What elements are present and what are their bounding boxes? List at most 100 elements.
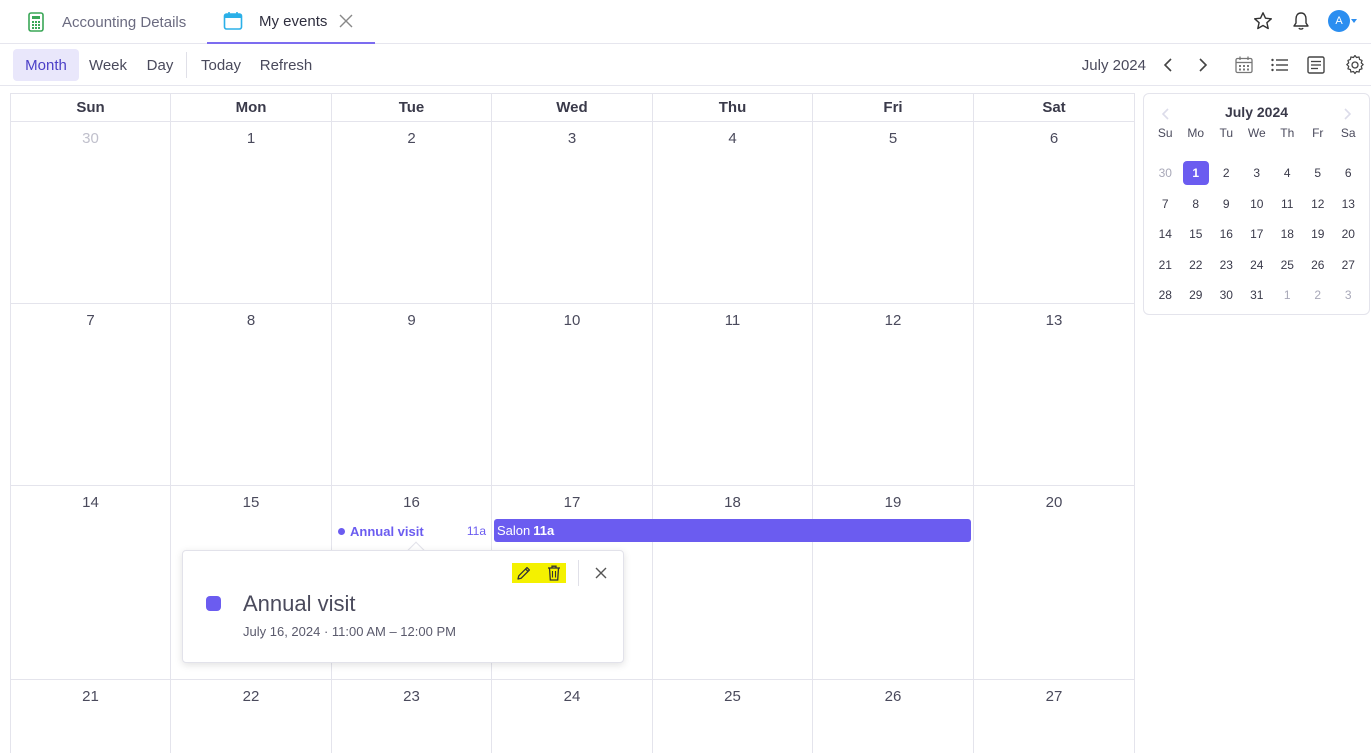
day-cell[interactable]: 22 xyxy=(171,680,332,753)
mini-day[interactable]: 8 xyxy=(1181,189,1212,220)
mini-day-number: 2 xyxy=(1314,288,1322,303)
mini-day[interactable]: 30 xyxy=(1150,158,1181,189)
mini-day[interactable]: 16 xyxy=(1211,219,1242,250)
popup-datetime: July 16, 2024 · 11:00 AM – 12:00 PM xyxy=(243,624,456,639)
mini-day[interactable]: 21 xyxy=(1150,250,1181,281)
star-icon[interactable] xyxy=(1252,10,1274,32)
day-cell[interactable]: 1 xyxy=(171,122,332,304)
next-month-button[interactable] xyxy=(1191,53,1215,77)
mini-day[interactable]: 13 xyxy=(1333,189,1364,220)
mini-day[interactable]: 3 xyxy=(1242,158,1273,189)
user-menu[interactable]: A xyxy=(1328,10,1357,32)
mini-day[interactable]: 29 xyxy=(1181,280,1212,311)
day-cell[interactable]: 18 xyxy=(653,486,813,680)
mini-day[interactable]: 1 xyxy=(1272,280,1303,311)
weekday-header: Sat xyxy=(974,94,1135,122)
mini-day[interactable]: 22 xyxy=(1181,250,1212,281)
day-cell[interactable]: 19 xyxy=(813,486,974,680)
day-cell[interactable]: 2 xyxy=(332,122,492,304)
close-icon[interactable] xyxy=(593,565,609,581)
day-cell[interactable]: 21 xyxy=(11,680,171,753)
weekday-header: Fri xyxy=(813,94,974,122)
mini-day-number: 22 xyxy=(1189,257,1203,272)
mini-day[interactable]: 19 xyxy=(1303,219,1334,250)
day-cell[interactable]: 5 xyxy=(813,122,974,304)
mini-day[interactable]: 23 xyxy=(1211,250,1242,281)
day-cell[interactable]: 27 xyxy=(974,680,1135,753)
bell-icon[interactable] xyxy=(1290,10,1312,32)
mini-day-number: 17 xyxy=(1250,227,1264,242)
day-cell[interactable]: 20 xyxy=(974,486,1135,680)
mini-day[interactable]: 3 xyxy=(1333,280,1364,311)
trash-icon[interactable] xyxy=(546,565,562,581)
refresh-button[interactable]: Refresh xyxy=(255,49,317,81)
day-cell[interactable]: 9 xyxy=(332,304,492,486)
mini-day[interactable]: 2 xyxy=(1303,280,1334,311)
close-icon[interactable] xyxy=(339,14,353,28)
list-view-icon[interactable] xyxy=(1268,53,1292,77)
mini-day-number: 3 xyxy=(1344,288,1352,303)
day-cell[interactable]: 6 xyxy=(974,122,1135,304)
mini-day[interactable]: 30 xyxy=(1211,280,1242,311)
tab-my-events[interactable]: My events xyxy=(207,0,375,44)
day-cell[interactable]: 11 xyxy=(653,304,813,486)
day-number: 23 xyxy=(403,688,420,705)
event-popup: Annual visit July 16, 2024 · 11:00 AM – … xyxy=(182,550,624,663)
day-cell[interactable]: 26 xyxy=(813,680,974,753)
day-view-button[interactable]: Day xyxy=(140,49,180,81)
mini-weekday: Sa xyxy=(1340,126,1356,140)
gear-icon[interactable] xyxy=(1343,53,1367,77)
mini-next-button[interactable] xyxy=(1340,106,1356,122)
mini-day[interactable]: 28 xyxy=(1150,280,1181,311)
today-button[interactable]: Today xyxy=(194,49,248,81)
mini-day[interactable]: 6 xyxy=(1333,158,1364,189)
mini-day[interactable]: 9 xyxy=(1211,189,1242,220)
mini-day[interactable]: 18 xyxy=(1272,219,1303,250)
calendar-view-icon[interactable] xyxy=(1232,53,1256,77)
mini-day[interactable]: 14 xyxy=(1150,219,1181,250)
day-cell[interactable]: 3 xyxy=(492,122,653,304)
agenda-view-icon[interactable] xyxy=(1304,53,1328,77)
day-cell[interactable]: 23 xyxy=(332,680,492,753)
mini-day-number: 6 xyxy=(1344,166,1352,181)
day-cell[interactable]: 12 xyxy=(813,304,974,486)
week-view-button[interactable]: Week xyxy=(82,49,134,81)
day-cell[interactable]: 4 xyxy=(653,122,813,304)
mini-day[interactable]: 11 xyxy=(1272,189,1303,220)
day-number: 12 xyxy=(884,312,902,329)
event-annual-visit[interactable]: Annual visit 11a xyxy=(338,523,488,539)
mini-day-selected[interactable]: 1 xyxy=(1181,158,1212,189)
divider xyxy=(578,560,579,586)
tab-accounting-details[interactable]: Accounting Details xyxy=(26,0,186,44)
day-cell[interactable]: 25 xyxy=(653,680,813,753)
mini-week-row: 14 15 16 17 18 19 20 xyxy=(1150,219,1366,250)
mini-day[interactable]: 24 xyxy=(1242,250,1273,281)
day-cell[interactable]: 10 xyxy=(492,304,653,486)
prev-month-button[interactable] xyxy=(1156,53,1180,77)
mini-day[interactable]: 27 xyxy=(1333,250,1364,281)
mini-day[interactable]: 7 xyxy=(1150,189,1181,220)
mini-day[interactable]: 2 xyxy=(1211,158,1242,189)
day-cell[interactable]: 24 xyxy=(492,680,653,753)
day-cell[interactable]: 7 xyxy=(11,304,171,486)
mini-day[interactable]: 26 xyxy=(1303,250,1334,281)
mini-day[interactable]: 5 xyxy=(1303,158,1334,189)
mini-day[interactable]: 10 xyxy=(1242,189,1273,220)
mini-day[interactable]: 25 xyxy=(1272,250,1303,281)
mini-day[interactable]: 20 xyxy=(1333,219,1364,250)
month-view-button[interactable]: Month xyxy=(13,49,79,81)
mini-day[interactable]: 15 xyxy=(1181,219,1212,250)
tab-bar: Accounting Details My events A xyxy=(0,0,1371,44)
mini-day[interactable]: 4 xyxy=(1272,158,1303,189)
mini-day[interactable]: 31 xyxy=(1242,280,1273,311)
day-cell[interactable]: 8 xyxy=(171,304,332,486)
day-number: 25 xyxy=(724,688,741,705)
mini-day[interactable]: 12 xyxy=(1303,189,1334,220)
mini-day[interactable]: 17 xyxy=(1242,219,1273,250)
day-cell[interactable]: 30 xyxy=(11,122,171,304)
event-salon[interactable]: Salon 11a xyxy=(494,519,971,542)
edit-pencil-icon[interactable] xyxy=(516,565,532,581)
event-dot xyxy=(338,527,345,535)
day-cell[interactable]: 14 xyxy=(11,486,171,680)
day-cell[interactable]: 13 xyxy=(974,304,1135,486)
